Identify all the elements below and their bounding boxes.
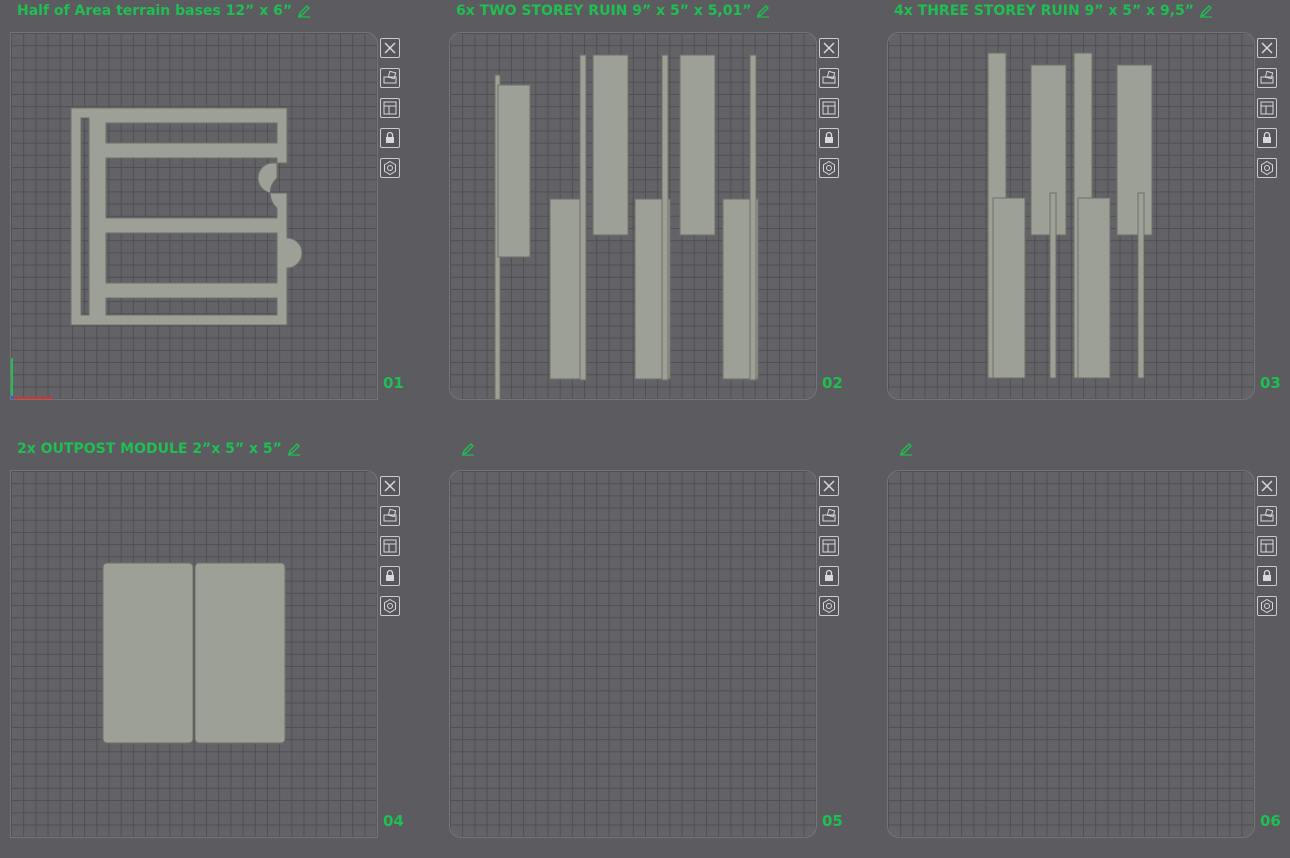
plate-title-row[interactable] [456, 438, 475, 460]
arrange-icon[interactable] [380, 536, 400, 556]
edit-icon[interactable] [297, 4, 311, 18]
plate-number: 02 [822, 374, 843, 392]
plate-title-row[interactable]: Half of Area terrain bases 12” x 6” [17, 0, 311, 22]
plate-number: 06 [1260, 812, 1281, 830]
lock-icon[interactable] [380, 128, 400, 148]
close-icon[interactable] [380, 38, 400, 58]
edit-icon[interactable] [756, 4, 770, 18]
edit-icon[interactable] [287, 442, 301, 456]
plate-toolbar [819, 38, 843, 188]
auto-orient-icon[interactable] [819, 68, 839, 88]
auto-orient-icon[interactable] [819, 506, 839, 526]
plate-toolbar [1257, 38, 1281, 188]
plate-number: 05 [822, 812, 843, 830]
arrange-icon[interactable] [380, 98, 400, 118]
axis-gizmo-icon [11, 358, 53, 399]
build-plate[interactable] [10, 470, 378, 838]
settings-icon[interactable] [819, 596, 839, 616]
plate-cell-01: Half of Area terrain bases 12” x 6” 01 [10, 0, 440, 420]
build-plate[interactable] [449, 32, 817, 400]
plate-title-row[interactable] [894, 438, 913, 460]
plate-number: 03 [1260, 374, 1281, 392]
close-icon[interactable] [819, 38, 839, 58]
plate-cell-06: 06 [887, 438, 1290, 858]
plate-title[interactable]: Half of Area terrain bases 12” x 6” [17, 0, 292, 22]
plate-number: 04 [383, 812, 404, 830]
settings-icon[interactable] [819, 158, 839, 178]
plate-title[interactable]: 2x OUTPOST MODULE 2”x 5” x 5” [17, 438, 282, 460]
settings-icon[interactable] [380, 158, 400, 178]
lock-icon[interactable] [1257, 566, 1277, 586]
close-icon[interactable] [380, 476, 400, 496]
plate-toolbar [1257, 476, 1281, 626]
build-plate[interactable] [449, 470, 817, 838]
plate-cell-04: 2x OUTPOST MODULE 2”x 5” x 5” 04 [10, 438, 440, 858]
settings-icon[interactable] [380, 596, 400, 616]
build-plate[interactable] [887, 470, 1255, 838]
auto-orient-icon[interactable] [1257, 506, 1277, 526]
ruin-models[interactable] [888, 33, 1254, 399]
settings-icon[interactable] [1257, 596, 1277, 616]
plate-title-row[interactable]: 2x OUTPOST MODULE 2”x 5” x 5” [17, 438, 301, 460]
plate-title[interactable]: 4x THREE STOREY RUIN 9” x 5” x 9,5” [894, 0, 1194, 22]
arrange-icon[interactable] [1257, 536, 1277, 556]
edit-icon[interactable] [899, 442, 913, 456]
close-icon[interactable] [819, 476, 839, 496]
build-plate[interactable] [10, 32, 378, 400]
plate-title-row[interactable]: 4x THREE STOREY RUIN 9” x 5” x 9,5” [894, 0, 1213, 22]
edit-icon[interactable] [461, 442, 475, 456]
close-icon[interactable] [1257, 38, 1277, 58]
lock-icon[interactable] [819, 566, 839, 586]
arrange-icon[interactable] [1257, 98, 1277, 118]
auto-orient-icon[interactable] [380, 506, 400, 526]
plate-toolbar [380, 476, 404, 626]
lock-icon[interactable] [819, 128, 839, 148]
plate-cell-03: 4x THREE STOREY RUIN 9” x 5” x 9,5” 03 [887, 0, 1290, 420]
lock-icon[interactable] [380, 566, 400, 586]
auto-orient-icon[interactable] [380, 68, 400, 88]
lock-icon[interactable] [1257, 128, 1277, 148]
build-plate[interactable] [887, 32, 1255, 400]
outpost-module-models[interactable] [11, 471, 377, 837]
ruin-models[interactable] [450, 33, 816, 399]
auto-orient-icon[interactable] [1257, 68, 1277, 88]
arrange-icon[interactable] [819, 536, 839, 556]
plate-title[interactable]: 6x TWO STOREY RUIN 9” x 5” x 5,01” [456, 0, 751, 22]
arrange-icon[interactable] [819, 98, 839, 118]
plate-toolbar [380, 38, 404, 188]
close-icon[interactable] [1257, 476, 1277, 496]
settings-icon[interactable] [1257, 158, 1277, 178]
plate-number: 01 [383, 374, 404, 392]
plate-title-row[interactable]: 6x TWO STOREY RUIN 9” x 5” x 5,01” [456, 0, 770, 22]
plate-toolbar [819, 476, 843, 626]
plate-cell-05: 05 [449, 438, 879, 858]
edit-icon[interactable] [1199, 4, 1213, 18]
terrain-base-model[interactable] [11, 33, 377, 399]
plate-cell-02: 6x TWO STOREY RUIN 9” x 5” x 5,01” 02 [449, 0, 879, 420]
